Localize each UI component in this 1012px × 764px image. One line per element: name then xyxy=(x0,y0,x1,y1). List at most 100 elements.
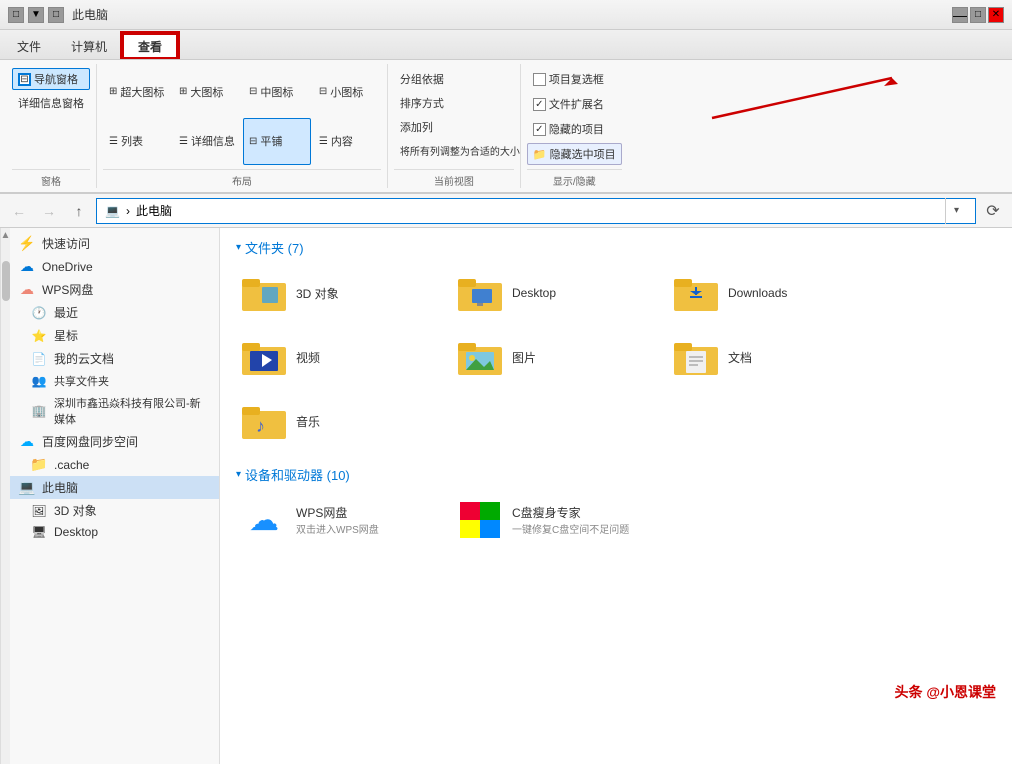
sidebar-item-3d[interactable]: 🖼 3D 对象 xyxy=(10,499,219,522)
fit-columns-label: 将所有列调整为合适的大小 xyxy=(400,143,520,158)
red-arrow-indicator xyxy=(692,68,912,133)
sidebar-item-baidu[interactable]: ☁ 百度网盘同步空间 xyxy=(10,430,219,453)
folder-downloads[interactable]: Downloads xyxy=(668,269,868,317)
this-pc-label: 此电脑 xyxy=(42,479,78,496)
shared-icon: 👥 xyxy=(30,374,48,388)
desktop-label: Desktop xyxy=(54,525,98,539)
hide-selected-btn[interactable]: 📁 隐藏选中项目 xyxy=(527,143,622,165)
recent-icon: 🕐 xyxy=(30,306,48,320)
sidebar-item-starred[interactable]: ⭐ 星标 xyxy=(10,324,219,347)
refresh-button[interactable]: ⟳ xyxy=(980,198,1006,224)
folder-music-name: 音乐 xyxy=(296,413,320,430)
layout-group-content: ⊞超大图标 ⊞大图标 ⊟中图标 ⊟小图标 ☰列表 ☰详细信息 ⊟平铺 ☰内容 xyxy=(103,68,381,165)
sidebar-item-my-docs[interactable]: 📄 我的云文档 xyxy=(10,347,219,370)
quick-access-icon: ⚡ xyxy=(18,235,36,252)
folder-pictures-name: 图片 xyxy=(512,349,536,366)
cache-icon: 📁 xyxy=(30,456,48,473)
maximize-button[interactable]: □ xyxy=(970,7,986,23)
details-label: 详细信息 xyxy=(191,133,235,149)
device-cdisk-text: C盘瘦身专家 一键修复C盘空间不足问题 xyxy=(512,504,629,536)
sidebar-item-wps-cloud[interactable]: ☁ WPS网盘 xyxy=(10,278,219,301)
up-button[interactable]: ↑ xyxy=(66,198,92,224)
device-wps-inner: ☁ WPS网盘 双击进入WPS网盘 xyxy=(240,500,379,540)
folder-video-name: 视频 xyxy=(296,349,320,366)
content-label: 内容 xyxy=(331,133,353,149)
menu-icon[interactable]: ▼ xyxy=(28,7,44,23)
main-area: ▲ ⚡ 快速访问 ☁ OneDrive ☁ WPS网盘 🕐 最近 xyxy=(0,228,1012,764)
list-btn[interactable]: ☰列表 xyxy=(103,118,171,166)
address-dropdown[interactable]: ▾ xyxy=(945,198,967,224)
sidebar-item-shenzhen[interactable]: 🏢 深圳市鑫迅焱科技有限公司-新媒体 xyxy=(10,392,219,430)
ribbon: ⊟ 导航窗格 详细信息窗格 窗格 ⊞超大图标 ⊞大图标 ⊟中图标 ⊟小图标 xyxy=(0,60,1012,194)
item-checkbox-btn[interactable]: 项目复选框 xyxy=(527,68,622,90)
content-btn[interactable]: ☰内容 xyxy=(313,118,381,166)
minimize-button[interactable]: — xyxy=(952,7,968,23)
details-btn[interactable]: ☰详细信息 xyxy=(173,118,241,166)
hidden-items-btn[interactable]: 隐藏的项目 xyxy=(527,118,622,140)
sidebar-item-cache[interactable]: 📁 .cache xyxy=(10,453,219,476)
sidebar-item-onedrive[interactable]: ☁ OneDrive xyxy=(10,255,219,278)
device-cdisk-inner: C盘瘦身专家 一键修复C盘空间不足问题 xyxy=(456,500,629,540)
sidebar-item-this-pc[interactable]: 💻 此电脑 xyxy=(10,476,219,499)
tab-file[interactable]: 文件 xyxy=(2,33,56,59)
hidden-items-icon xyxy=(533,123,546,136)
add-column-btn[interactable]: 添加列 xyxy=(394,116,514,138)
medium-label: 中图标 xyxy=(260,84,293,100)
add-column-label: 添加列 xyxy=(400,119,433,135)
tile-btn[interactable]: ⊟平铺 xyxy=(243,118,311,166)
sidebar-item-desktop[interactable]: 🖥 Desktop xyxy=(10,522,219,542)
back-button[interactable]: ← xyxy=(6,198,32,224)
nav-pane-label: 导航窗格 xyxy=(34,71,78,87)
folder-music-icon: ♪ xyxy=(240,401,288,441)
group-by-btn[interactable]: 分组依据 xyxy=(394,68,514,90)
forward-button[interactable]: → xyxy=(36,198,62,224)
folder-documents[interactable]: 文档 xyxy=(668,333,868,381)
folder-3d-name: 3D 对象 xyxy=(296,285,339,302)
tab-view[interactable]: 查看 xyxy=(122,33,178,59)
folder-video[interactable]: 视频 xyxy=(236,333,436,381)
folder-video-icon xyxy=(240,337,288,377)
tab-computer[interactable]: 计算机 xyxy=(56,33,122,59)
ribbon-tabs: 文件 计算机 查看 xyxy=(0,30,1012,60)
detail-pane-btn[interactable]: 详细信息窗格 xyxy=(12,92,90,114)
my-docs-label: 我的云文档 xyxy=(54,350,114,367)
showhide-content: 项目复选框 文件扩展名 隐藏的项目 📁 隐藏选中项目 xyxy=(527,68,622,165)
fit-columns-btn[interactable]: 将所有列调整为合适的大小 xyxy=(394,140,514,161)
device-cdisk[interactable]: C盘瘦身专家 一键修复C盘空间不足问题 xyxy=(452,496,672,544)
file-ext-btn[interactable]: 文件扩展名 xyxy=(527,93,622,115)
scrollbar-up-arrow[interactable]: ▲ xyxy=(1,228,11,241)
title-bar-controls[interactable]: □ ▼ □ xyxy=(8,7,64,23)
starred-label: 星标 xyxy=(54,327,78,344)
sort-label: 排序方式 xyxy=(400,95,444,111)
folder-pictures-icon xyxy=(456,337,504,377)
shared-label: 共享文件夹 xyxy=(54,373,109,389)
folder-music[interactable]: ♪ 音乐 xyxy=(236,397,436,445)
folder-documents-name: 文档 xyxy=(728,349,752,366)
scrollbar-thumb[interactable] xyxy=(2,261,10,301)
sort-btn[interactable]: 排序方式 xyxy=(394,92,514,114)
devices-grid: ☁ WPS网盘 双击进入WPS网盘 xyxy=(236,496,996,544)
starred-icon: ⭐ xyxy=(30,329,48,343)
folder-downloads-name: Downloads xyxy=(728,286,787,300)
folder-desktop[interactable]: Desktop xyxy=(452,269,652,317)
item-checkbox-icon xyxy=(533,73,546,86)
small-icon-btn[interactable]: ⊟小图标 xyxy=(313,68,381,116)
folder-pictures[interactable]: 图片 xyxy=(452,333,652,381)
sidebar-scrollbar[interactable]: ▲ xyxy=(0,228,10,764)
sidebar-item-shared[interactable]: 👥 共享文件夹 xyxy=(10,370,219,392)
folder-documents-icon xyxy=(672,337,720,377)
sidebar-item-recent[interactable]: 🕐 最近 xyxy=(10,301,219,324)
close-button[interactable]: ✕ xyxy=(988,7,1004,23)
hide-selected-label: 隐藏选中项目 xyxy=(550,146,616,162)
ribbon-group-layout: ⊞超大图标 ⊞大图标 ⊟中图标 ⊟小图标 ☰列表 ☰详细信息 ⊟平铺 ☰内容 xyxy=(97,64,388,188)
sidebar-container: ▲ ⚡ 快速访问 ☁ OneDrive ☁ WPS网盘 🕐 最近 xyxy=(0,228,220,764)
nav-pane-btn[interactable]: ⊟ 导航窗格 xyxy=(12,68,90,90)
large-icon-btn[interactable]: ⊞大图标 xyxy=(173,68,241,116)
device-wps[interactable]: ☁ WPS网盘 双击进入WPS网盘 xyxy=(236,496,436,544)
sidebar-item-quick-access[interactable]: ⚡ 快速访问 xyxy=(10,232,219,255)
medium-icon-btn[interactable]: ⊟中图标 xyxy=(243,68,311,116)
folder-3d[interactable]: 3D 对象 xyxy=(236,269,436,317)
xlarge-icon-btn[interactable]: ⊞超大图标 xyxy=(103,68,171,116)
address-input[interactable]: 💻 › 此电脑 ▾ xyxy=(96,198,976,224)
ribbon-group-currentview: 分组依据 排序方式 添加列 将所有列调整为合适的大小 当前视图 xyxy=(388,64,521,188)
